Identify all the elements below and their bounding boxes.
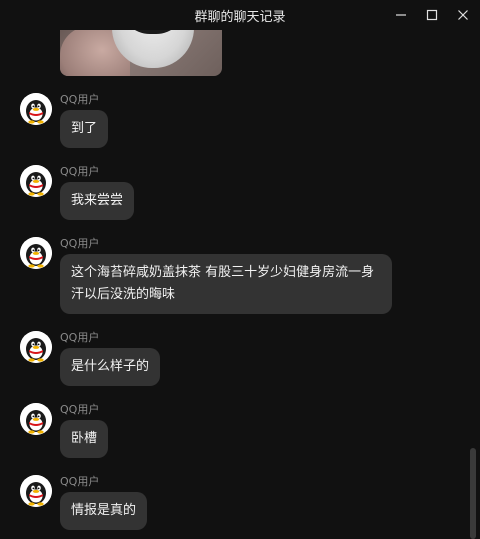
sender-name: QQ用户: [60, 165, 100, 178]
message-bubble[interactable]: 卧槽: [60, 420, 109, 458]
title-bar[interactable]: 群聊的聊天记录: [0, 0, 480, 30]
scrollbar-thumb[interactable]: [470, 448, 476, 539]
close-icon: [457, 9, 469, 21]
message-bubble[interactable]: 我来尝尝: [60, 182, 135, 220]
qq-penguin-icon[interactable]: [20, 165, 52, 197]
maximize-button[interactable]: [421, 4, 443, 26]
qq-penguin-icon[interactable]: [20, 331, 52, 363]
sender-name: QQ用户: [60, 403, 100, 416]
maximize-icon: [426, 9, 438, 21]
sender-name: QQ用户: [60, 93, 100, 106]
message-bubble[interactable]: 情报是真的: [60, 492, 148, 530]
chat-history-window: QQ用户 到了 QQ用户 我来尝尝 QQ用户 这个海苔碎咸奶盖抹茶 有股三十岁少…: [0, 0, 480, 539]
message-bubble[interactable]: 是什么样子的: [60, 348, 161, 386]
sender-name: QQ用户: [60, 475, 100, 488]
scrollbar[interactable]: [470, 30, 476, 539]
qq-penguin-icon[interactable]: [20, 93, 52, 125]
minimize-icon: [395, 9, 407, 21]
qq-penguin-icon[interactable]: [20, 403, 52, 435]
message-bubble[interactable]: 到了: [60, 110, 109, 148]
minimize-button[interactable]: [390, 4, 412, 26]
qq-penguin-icon[interactable]: [20, 475, 52, 507]
message-bubble[interactable]: 这个海苔碎咸奶盖抹茶 有股三十岁少妇健身房流一身汗以后没洗的晦味: [60, 254, 392, 314]
close-button[interactable]: [452, 4, 474, 26]
sender-name: QQ用户: [60, 331, 100, 344]
qq-penguin-icon[interactable]: [20, 237, 52, 269]
sender-name: QQ用户: [60, 237, 100, 250]
message-list[interactable]: QQ用户 到了 QQ用户 我来尝尝 QQ用户 这个海苔碎咸奶盖抹茶 有股三十岁少…: [0, 0, 468, 539]
